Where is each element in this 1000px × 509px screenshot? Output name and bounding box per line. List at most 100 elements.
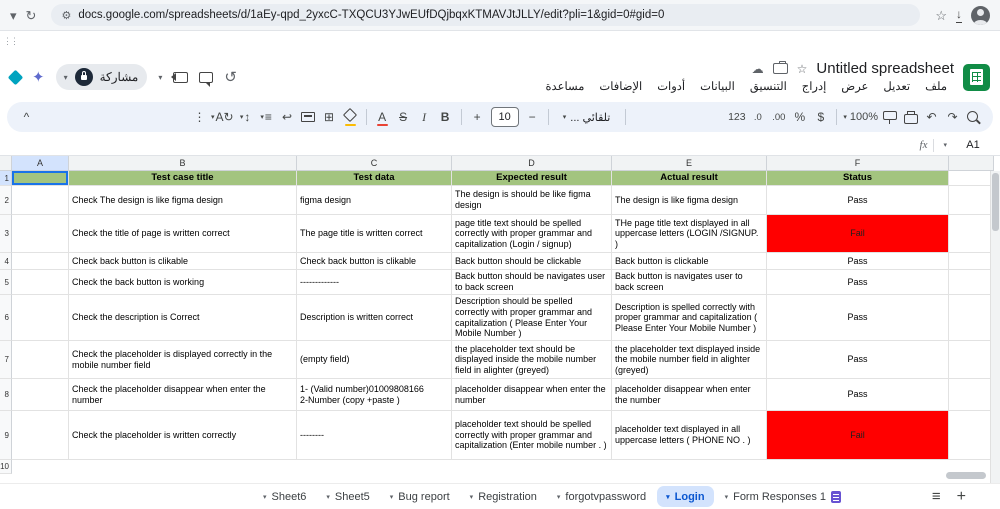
row-header-7[interactable]: 7 [0,341,12,379]
text-wrap-icon[interactable]: ↩ [278,106,297,128]
cell-A2[interactable] [12,186,69,215]
version-history-icon[interactable]: ↺ [224,70,237,85]
cell-B7[interactable]: Check the placeholder is displayed corre… [69,341,297,379]
tab-login[interactable]: ▾ Login [657,486,714,507]
menu-item-5[interactable]: البيانات [693,78,742,94]
decrease-font-size-icon[interactable]: − [523,106,542,128]
cell-C8[interactable]: 1- (Valid number)01009808166 2-Number (c… [297,379,452,411]
toolbar-collapse-icon[interactable]: ^ [17,106,36,128]
cell-E5[interactable]: Back button is navigates user to back sc… [612,270,767,295]
bold-icon[interactable]: B [436,106,455,128]
tab-caret-icon[interactable]: ▾ [557,493,561,501]
select-all-corner[interactable] [0,156,12,171]
tab-caret-icon[interactable]: ▾ [326,493,330,501]
menu-item-1[interactable]: تعديل [876,78,917,94]
tab-caret-icon[interactable]: ▾ [263,493,267,501]
all-sheets-icon[interactable]: ≡ [924,489,949,504]
comment-icon[interactable] [199,71,214,87]
cell-D8[interactable]: placeholder disappear when enter the num… [452,379,612,411]
cell-E4[interactable]: Back button is clickable [612,253,767,270]
cell-G8[interactable] [949,379,994,411]
print-icon[interactable] [901,106,920,128]
cell-D6[interactable]: Description should be spelled correctly … [452,295,612,341]
cell-B5[interactable]: Check the back button is working [69,270,297,295]
browser-menu-caret-icon[interactable]: ▾ [10,9,17,22]
cell-A4[interactable] [12,253,69,270]
menu-item-3[interactable]: إدراج [795,78,834,94]
cell-C1[interactable]: Test data [297,171,452,186]
name-box[interactable]: A1 [950,139,996,151]
italic-icon[interactable]: I [415,106,434,128]
cell-C4[interactable]: Check back button is clikable [297,253,452,270]
menu-item-8[interactable]: مساعدة [539,78,592,94]
merge-cells-icon[interactable] [299,106,318,128]
menu-item-0[interactable]: ملف [918,78,954,94]
number-format-icon[interactable]: 123 [727,106,746,128]
gemini-sparkle-icon[interactable]: ✦ [32,68,45,86]
column-header-F[interactable]: F [767,156,949,171]
menu-item-6[interactable]: أدوات [650,78,692,94]
cell-G9[interactable] [949,411,994,460]
cell-B6[interactable]: Check the description is Correct [69,295,297,341]
cell-D7[interactable]: the placeholder text should be displayed… [452,341,612,379]
meet-camera-icon[interactable] [171,71,189,83]
cell-A5[interactable] [12,270,69,295]
text-rotation-icon[interactable]: ▾ A↻ [211,106,234,128]
cell-B3[interactable]: Check the title of page is written corre… [69,215,297,253]
formula-input[interactable] [4,135,920,155]
download-icon[interactable]: ↓ [956,7,962,23]
cell-E3[interactable]: THe page title text displayed in all upp… [612,215,767,253]
cell-C6[interactable]: Description is written correct [297,295,452,341]
bookmark-star-icon[interactable]: ☆ [935,9,947,22]
cell-E8[interactable]: placeholder disappear when enter the num… [612,379,767,411]
cell-F9[interactable]: Fail [767,411,949,460]
cell-A3[interactable] [12,215,69,253]
tab-bug-report[interactable]: ▾ Bug report [381,486,459,507]
cell-B8[interactable]: Check the placeholder disappear when ent… [69,379,297,411]
cell-C2[interactable]: figma design [297,186,452,215]
cell-G7[interactable] [949,341,994,379]
cell-row10-area[interactable] [12,460,994,474]
row-header-3[interactable]: 3 [0,215,12,253]
cell-C5[interactable]: ------------- [297,270,452,295]
cell-D3[interactable]: page title text should be spelled correc… [452,215,612,253]
cell-D5[interactable]: Back button should be navigates user to … [452,270,612,295]
cell-E9[interactable]: placeholder text displayed in all upperc… [612,411,767,460]
tab-sheet6[interactable]: ▾ Sheet6 [254,486,315,507]
strikethrough-icon[interactable]: S [394,106,413,128]
address-bar[interactable]: ⚙ docs.google.com/spreadsheets/d/1aEy-qp… [51,4,921,26]
star-icon[interactable]: ☆ [797,63,808,75]
cell-F7[interactable]: Pass [767,341,949,379]
cell-C9[interactable]: -------- [297,411,452,460]
cell-F5[interactable]: Pass [767,270,949,295]
vertical-scrollbar[interactable] [990,171,1000,483]
cell-D4[interactable]: Back button should be clickable [452,253,612,270]
column-header-A[interactable]: A [12,156,69,171]
column-header-D[interactable]: D [452,156,612,171]
cell-G4[interactable] [949,253,994,270]
increase-decimals-icon[interactable]: .00 [769,106,788,128]
vertical-scrollbar-thumb[interactable] [992,173,999,231]
currency-format-icon[interactable]: $ [811,106,830,128]
cell-F8[interactable]: Pass [767,379,949,411]
cell-F6[interactable]: Pass [767,295,949,341]
cell-G3[interactable] [949,215,994,253]
cell-G6[interactable] [949,295,994,341]
cell-G1[interactable] [949,171,994,186]
horizontal-scrollbar[interactable] [946,472,986,479]
search-icon[interactable] [964,106,983,128]
cell-A8[interactable] [12,379,69,411]
cell-E1[interactable]: Actual result [612,171,767,186]
paint-format-icon[interactable] [880,106,899,128]
menu-item-4[interactable]: التنسيق [743,78,794,94]
cell-A6[interactable] [12,295,69,341]
column-header-partial[interactable] [949,156,994,171]
cell-C3[interactable]: The page title is written correct [297,215,452,253]
tab-caret-icon[interactable]: ▾ [470,493,474,501]
font-size-box[interactable]: 10 [490,107,519,127]
menu-item-7[interactable]: الإضافات [592,78,649,94]
borders-icon[interactable]: ⊞ [320,106,339,128]
row-header-6[interactable]: 6 [0,295,12,341]
row-header-10[interactable]: 10 [0,460,12,474]
move-folder-icon[interactable] [772,61,788,74]
